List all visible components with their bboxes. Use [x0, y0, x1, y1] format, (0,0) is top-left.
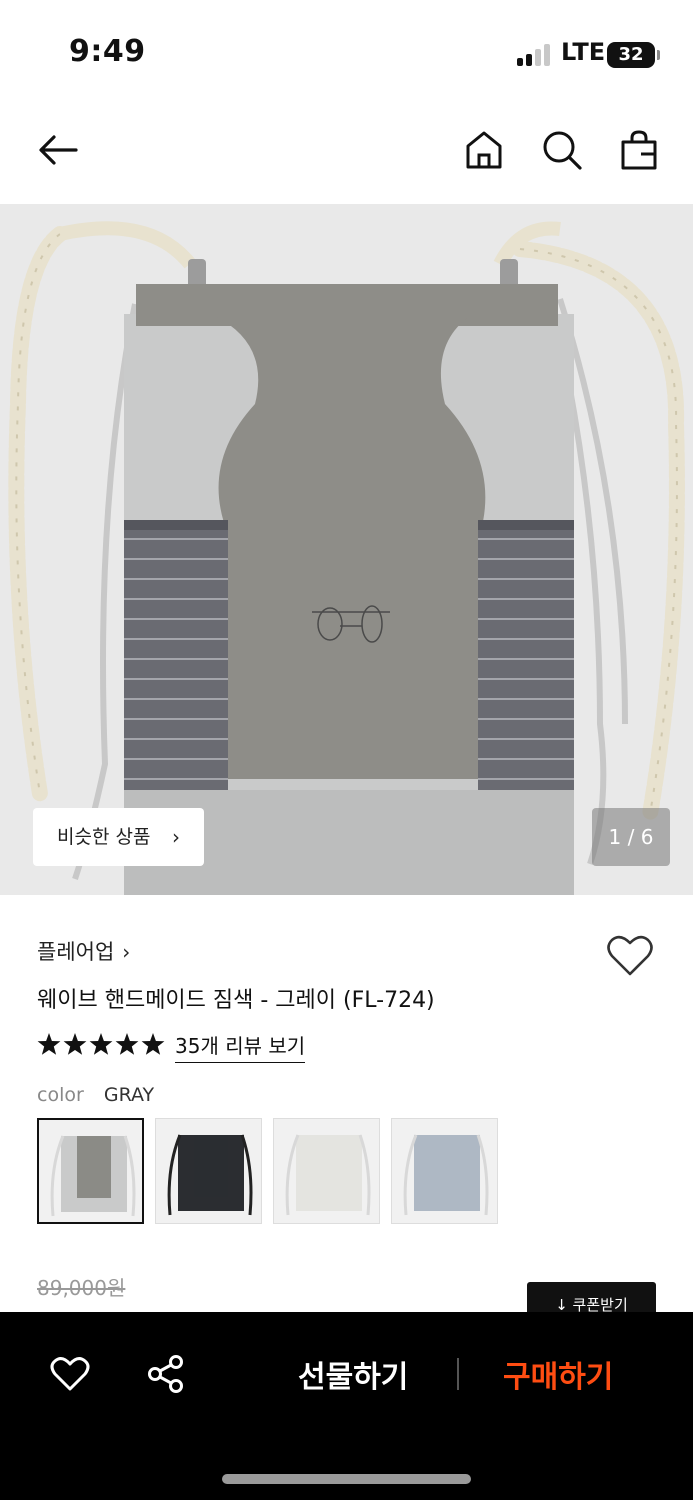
brand-name: 플레어업 [37, 940, 115, 964]
image-counter: 1 / 6 [592, 808, 670, 866]
color-swatch-blue[interactable] [391, 1118, 498, 1224]
search-icon[interactable] [540, 128, 584, 172]
star-icon [141, 1033, 165, 1055]
gym-sack-image [8, 221, 685, 895]
star-icon [115, 1033, 139, 1055]
star-icon [37, 1033, 61, 1055]
color-value: GRAY [103, 1084, 155, 1106]
home-indicator [222, 1474, 471, 1484]
gift-button[interactable]: 선물하기 [298, 1352, 408, 1396]
home-icon[interactable] [462, 128, 506, 172]
signal-icon [517, 44, 553, 66]
chevron-right-icon: › [172, 825, 180, 849]
shopping-bag-icon[interactable] [617, 128, 661, 172]
arrow-left-icon[interactable] [36, 128, 80, 172]
chevron-right-icon: › [122, 940, 131, 964]
product-title: 웨이브 핸드메이드 짐색 - 그레이 (FL-724) [37, 988, 435, 1013]
status-bar: 9:49 LTE 32 [0, 0, 693, 100]
heart-outline-icon[interactable] [50, 1356, 90, 1392]
similar-products-label: 비슷한 상품 [57, 826, 151, 848]
star-icon [63, 1033, 87, 1055]
battery-icon: 32 [607, 42, 660, 68]
top-nav [0, 110, 693, 190]
status-time: 9:49 [69, 34, 146, 69]
color-swatch-white[interactable] [273, 1118, 380, 1224]
product-image-gallery[interactable]: 비슷한 상품 › 1 / 6 [0, 204, 693, 895]
buy-button[interactable]: 구매하기 [503, 1352, 613, 1396]
share-icon[interactable] [146, 1354, 186, 1394]
star-rating-icon [37, 1033, 167, 1057]
brand-link[interactable]: 플레어업 › [37, 936, 130, 966]
divider [457, 1358, 459, 1390]
star-icon [89, 1033, 113, 1055]
color-label: color [37, 1084, 84, 1106]
bottom-action-bar: 선물하기 구매하기 [0, 1312, 693, 1500]
similar-products-button[interactable]: 비슷한 상품 › [33, 808, 204, 866]
original-price: 89,000원 [37, 1276, 126, 1300]
network-label: LTE [561, 38, 606, 66]
color-swatch-gray[interactable] [37, 1118, 144, 1224]
color-row: color GRAY [37, 1084, 154, 1106]
heart-outline-icon[interactable] [606, 934, 654, 978]
review-link[interactable]: 35개 리뷰 보기 [175, 1030, 306, 1063]
color-swatch-black[interactable] [155, 1118, 262, 1224]
